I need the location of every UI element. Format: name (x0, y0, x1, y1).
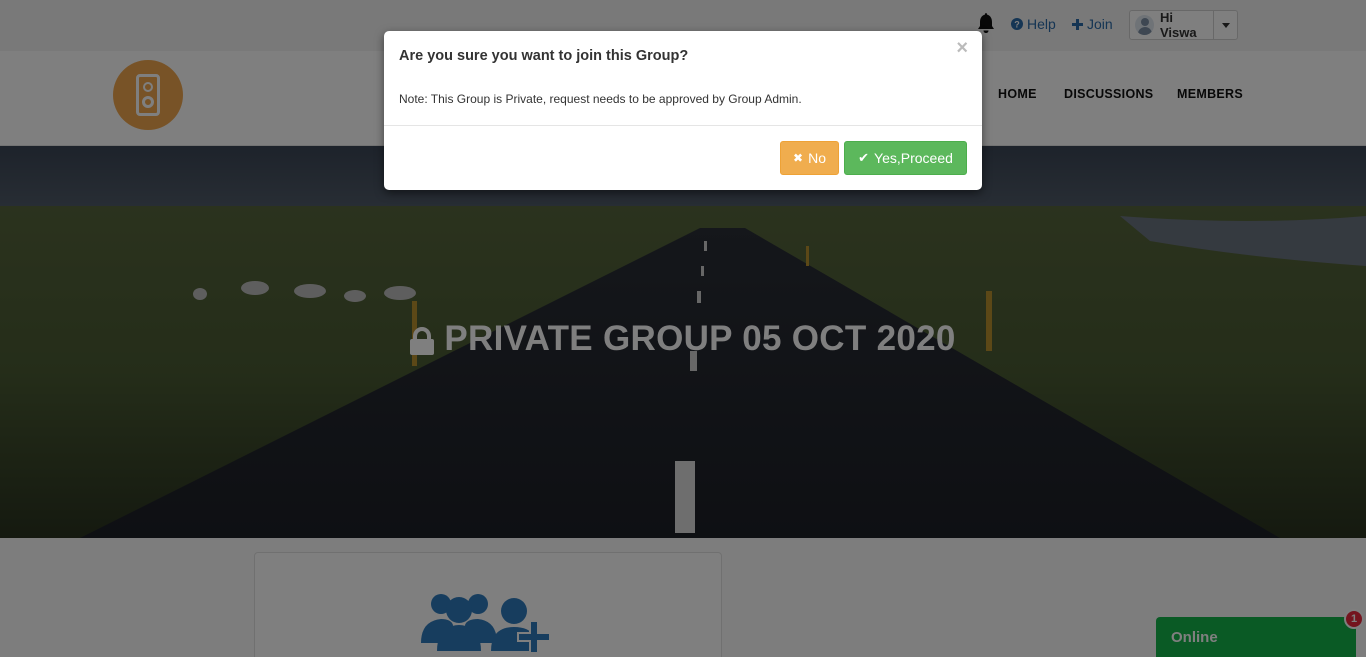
no-button-label: No (808, 150, 826, 166)
no-button[interactable]: ✖ No (780, 141, 839, 175)
dialog-title: Are you sure you want to join this Group… (399, 48, 689, 64)
yes-button-label: Yes,Proceed (874, 150, 953, 166)
dialog-note: Note: This Group is Private, request nee… (399, 92, 802, 106)
join-group-dialog: Are you sure you want to join this Group… (384, 31, 982, 190)
times-icon: ✖ (793, 151, 804, 165)
close-icon[interactable]: × (956, 37, 968, 60)
dialog-divider (384, 125, 982, 126)
yes-proceed-button[interactable]: ✔ Yes,Proceed (844, 141, 967, 175)
check-icon: ✔ (858, 150, 870, 165)
